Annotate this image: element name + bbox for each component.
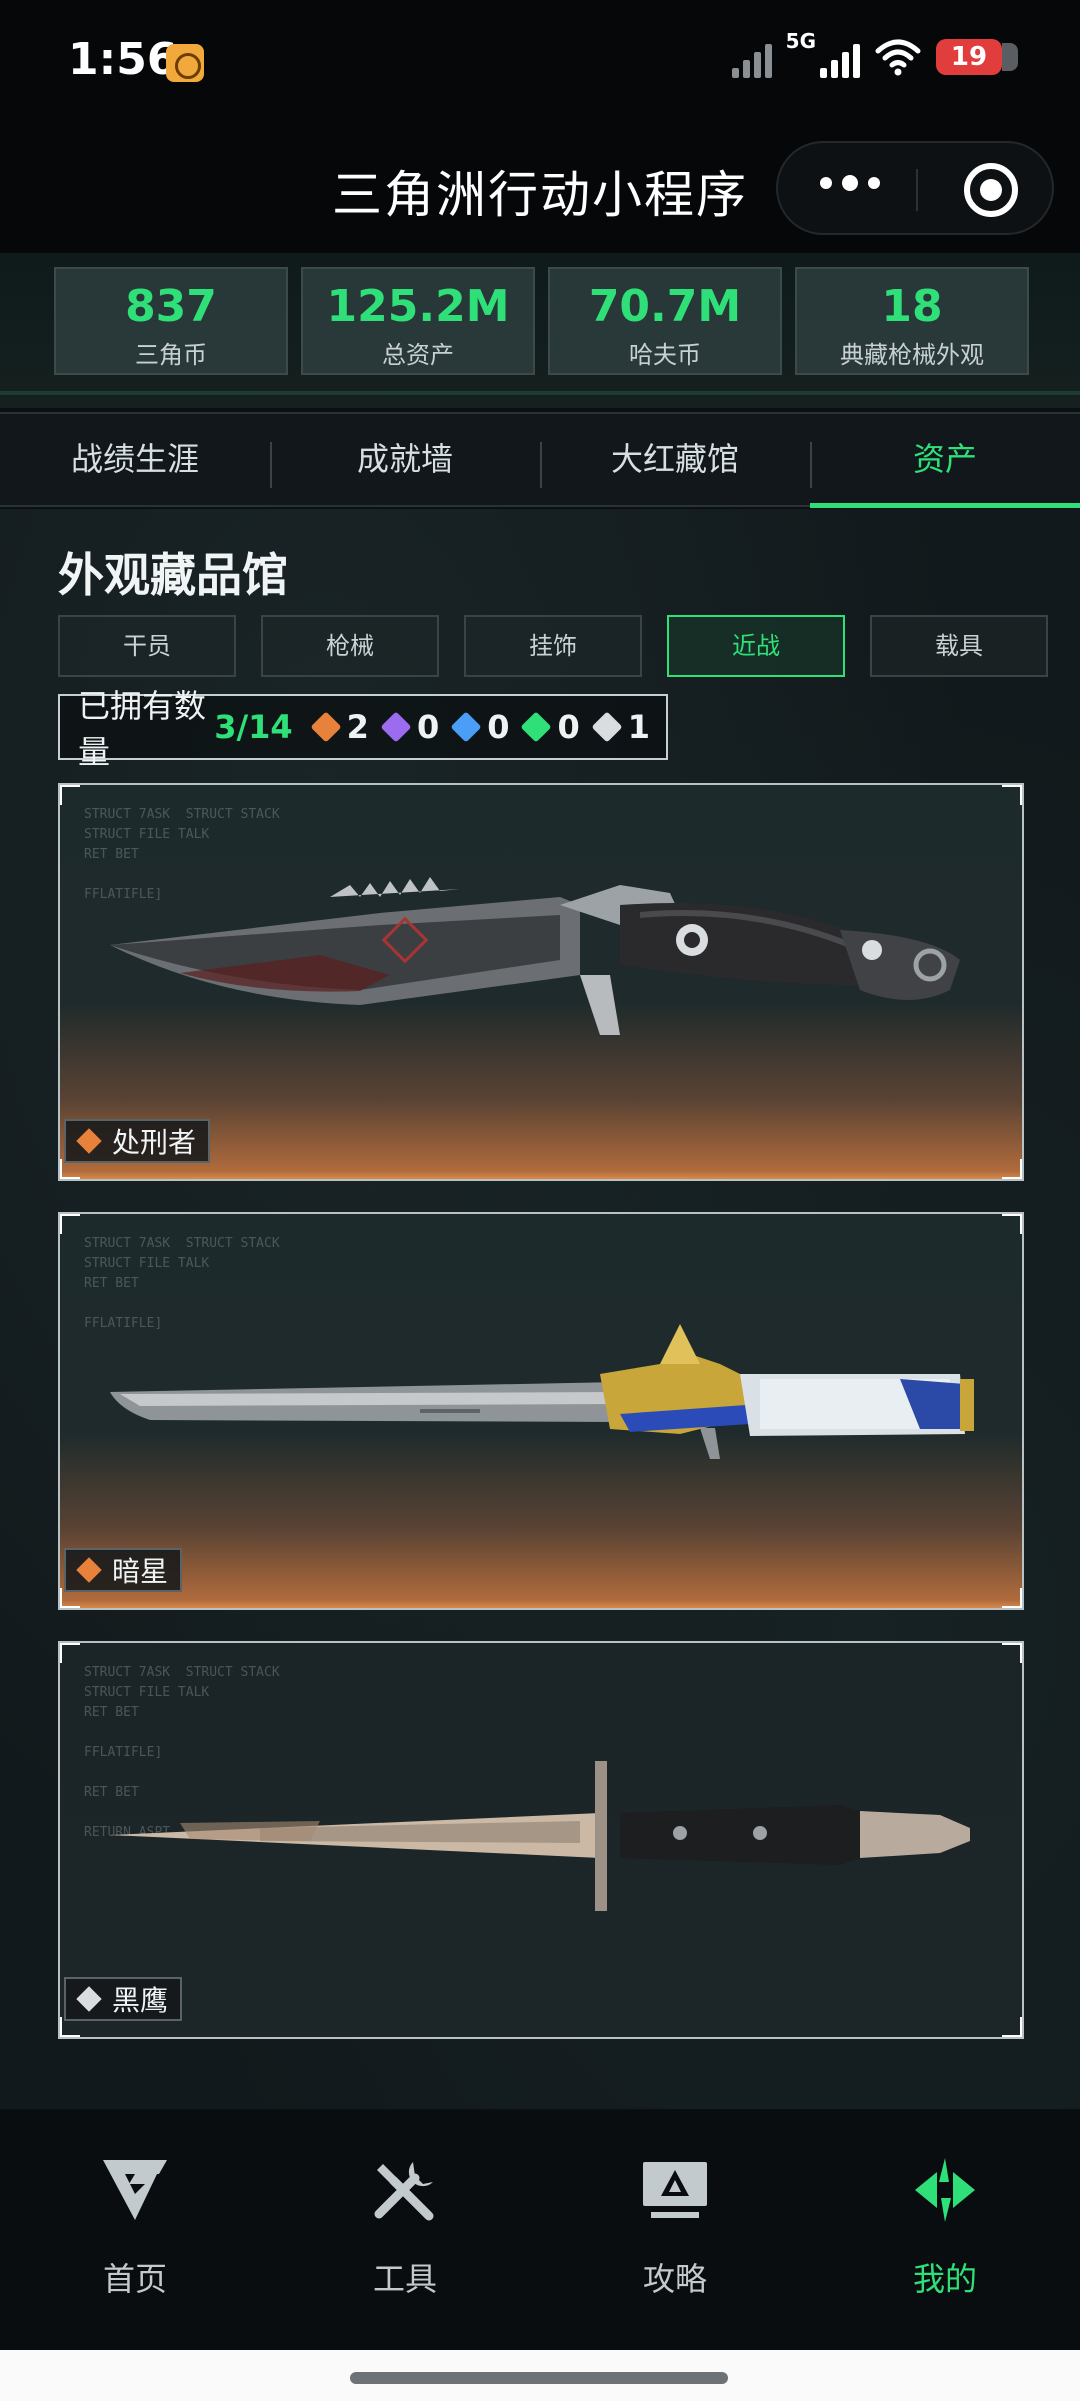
orange-gem-icon	[310, 711, 342, 743]
network-type-label: 5G	[785, 29, 816, 53]
battery-level: 19	[950, 42, 988, 72]
stat-value: 125.2M	[326, 281, 510, 332]
status-indicators: 5G 19	[731, 29, 1018, 78]
main-tabs: 战绩生涯 成就墙 大红藏馆 资产	[0, 412, 1080, 508]
category-vehicles[interactable]: 载具	[870, 615, 1048, 677]
corner-bracket	[1002, 785, 1022, 805]
title-bar: 三角洲行动小程序	[0, 125, 1080, 253]
rarity-count: 0	[487, 708, 510, 746]
stat-card-collection-skins: 18 典藏枪械外观	[795, 267, 1029, 375]
nav-label: 攻略	[642, 2260, 707, 2298]
green-gem-icon	[520, 711, 553, 743]
home-logo-icon	[103, 2160, 167, 2220]
rarity-green: 0	[520, 708, 580, 746]
category-firearms[interactable]: 枪械	[261, 615, 439, 677]
item-name: 暗星	[112, 1555, 169, 1588]
wifi-icon	[874, 37, 922, 77]
tab-achievements[interactable]: 成就墙	[270, 414, 540, 505]
item-card-dark-star[interactable]: STRUCT 7ASK STRUCT STACK STRUCT FILE TAL…	[58, 1212, 1024, 1610]
nav-profile[interactable]: 我的	[810, 2110, 1080, 2350]
status-bar: 1:56 5G 19	[0, 0, 1080, 125]
stat-label: 哈夫币	[629, 341, 701, 369]
item-name: 处刑者	[112, 1126, 197, 1159]
white-gem-icon	[76, 1986, 102, 2012]
blue-gem-icon	[450, 711, 482, 743]
category-melee[interactable]: 近战	[667, 615, 845, 677]
purple-gem-icon	[380, 711, 412, 743]
home-indicator[interactable]	[350, 2372, 728, 2384]
white-gem-icon	[591, 711, 623, 743]
tools-icon	[374, 2162, 434, 2221]
capsule-divider	[916, 169, 918, 211]
corner-bracket	[60, 1643, 80, 1663]
stat-value: 18	[881, 281, 943, 332]
nav-label: 工具	[372, 2260, 437, 2298]
stat-label: 总资产	[382, 341, 454, 369]
nav-tools[interactable]: 工具	[270, 2110, 540, 2350]
owned-count-box: 已拥有数量 3/14 2 0 0 0 1	[58, 687, 668, 771]
asset-stats: 837 三角币 125.2M 总资产 70.7M 哈夫币 18 典藏枪械外观	[0, 253, 1080, 408]
more-options-button[interactable]	[820, 175, 880, 191]
category-charms[interactable]: 挂饰	[464, 615, 642, 677]
stat-value: 70.7M	[588, 281, 742, 332]
item-card-executioner[interactable]: STRUCT 7ASK STRUCT STACK STRUCT FILE TAL…	[58, 783, 1024, 1181]
mini-program-capsule	[776, 141, 1054, 235]
corner-bracket	[1002, 1643, 1022, 1663]
stat-value: 837	[125, 281, 217, 332]
rarity-orange: 2	[310, 708, 369, 746]
corner-bracket	[60, 1214, 80, 1234]
corner-bracket	[1002, 2017, 1022, 2037]
tab-assets[interactable]: 资产	[810, 414, 1080, 508]
orange-gem-icon	[76, 1128, 102, 1154]
item-name-tag: 暗星	[64, 1548, 183, 1592]
item-name: 黑鹰	[112, 1984, 169, 2017]
rarity-count: 0	[416, 708, 440, 746]
profile-logo-icon	[915, 2158, 975, 2222]
corner-bracket	[1002, 1588, 1022, 1608]
close-target-icon[interactable]	[964, 163, 1018, 217]
main-content: 外观藏品馆 干员 枪械 挂饰 近战 载具 已拥有数量 3/14 2 0 0 0 …	[0, 509, 1080, 2109]
corner-bracket	[1002, 1159, 1022, 1179]
stat-card-coins: 837 三角币	[54, 267, 288, 375]
signal-2-icon	[820, 36, 860, 78]
notification-app-icon	[166, 44, 204, 82]
category-operators[interactable]: 干员	[58, 615, 236, 677]
battery-icon: 19	[936, 39, 1018, 75]
nav-guide[interactable]: 攻略	[540, 2110, 810, 2350]
stat-label: 三角币	[135, 341, 207, 369]
rarity-blue: 0	[450, 708, 510, 746]
corner-bracket	[60, 785, 80, 805]
nav-label: 首页	[102, 2260, 167, 2298]
guide-monitor-icon	[643, 2162, 707, 2218]
section-title: 外观藏品馆	[58, 548, 288, 602]
item-name-tag: 处刑者	[64, 1119, 211, 1163]
rarity-count: 1	[627, 708, 650, 746]
stats-divider	[0, 391, 1080, 395]
tab-career[interactable]: 战绩生涯	[0, 414, 270, 505]
owned-value: 3/14	[214, 708, 293, 746]
rarity-purple: 0	[380, 708, 440, 746]
owned-label: 已拥有数量	[78, 687, 207, 771]
knife-black-hawk-image	[110, 1761, 970, 1911]
stat-card-havoc-coins: 70.7M 哈夫币	[548, 267, 782, 375]
item-name-tag: 黑鹰	[64, 1977, 183, 2021]
corner-bracket	[1002, 1214, 1022, 1234]
bottom-nav: 首页 工具 攻略 我的	[0, 2110, 1080, 2350]
stat-label: 典藏枪械外观	[840, 341, 984, 369]
nav-home[interactable]: 首页	[0, 2110, 270, 2350]
nav-label: 我的	[912, 2260, 977, 2298]
orange-gem-icon	[76, 1557, 102, 1583]
rarity-count: 0	[557, 708, 580, 746]
stat-card-total-assets: 125.2M 总资产	[301, 267, 535, 375]
rarity-count: 2	[346, 708, 369, 746]
rarity-white: 1	[591, 708, 650, 746]
signal-1-icon	[731, 36, 772, 78]
knife-dark-star-image	[110, 1324, 974, 1459]
tab-red-collection[interactable]: 大红藏馆	[540, 414, 810, 505]
status-time: 1:56	[68, 34, 178, 85]
item-card-black-hawk[interactable]: STRUCT 7ASK STRUCT STACK STRUCT FILE TAL…	[58, 1641, 1024, 2039]
